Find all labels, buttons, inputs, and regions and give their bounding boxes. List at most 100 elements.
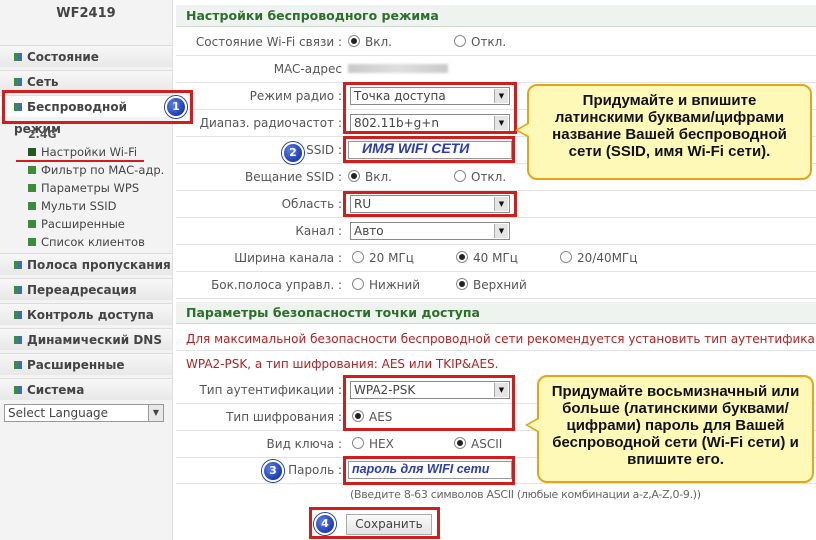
ssid-value: ИМЯ WIFI СЕТИ [362, 140, 470, 156]
sideband-lower-radio[interactable]: Нижний [352, 272, 420, 298]
save-button[interactable]: Сохранить [346, 514, 432, 535]
password-label: Пароль : [288, 463, 342, 477]
sub-label: Расширенные [41, 217, 125, 231]
mac-label: MAC-адрес [273, 62, 342, 76]
nav-label: Расширенные [27, 358, 125, 372]
radio-icon [454, 35, 466, 47]
auth-type-select[interactable]: WPA2-PSK ▼ [350, 381, 510, 399]
nav-label: Динамический DNS [27, 333, 162, 347]
radio-label: 20 МГц [369, 251, 414, 265]
radio-icon [352, 437, 364, 449]
arrow-bullet-icon [28, 238, 36, 246]
router-model: WF2419 [56, 6, 116, 21]
sub-mac-filter[interactable]: Фильтр по МАС-адр. [28, 161, 164, 179]
sideband-upper-radio[interactable]: Верхний [456, 272, 527, 298]
nav-ddns[interactable]: Динамический DNS [0, 328, 172, 350]
wifi-status-off-radio[interactable]: Откл. [454, 29, 506, 55]
radio-checked-icon [348, 35, 360, 47]
chevron-down-icon: ▼ [494, 197, 508, 211]
nav-label: Переадресация [27, 283, 137, 297]
freq-band-select[interactable]: 802.11b+g+n ▼ [350, 114, 510, 132]
channel-width-row: Ширина канала : 20 МГц 40 МГц 20/40МГц [176, 245, 816, 272]
language-select[interactable]: Select Language ▼ [4, 404, 164, 422]
mac-value-blurred [348, 64, 448, 73]
active-underline [16, 160, 144, 162]
password-value: пароль для WIFI сети [352, 462, 490, 476]
radio-label: HEX [369, 437, 394, 451]
radio-label: ASCII [471, 437, 503, 451]
nav-access-control[interactable]: Контроль доступа [0, 303, 172, 325]
width-2040-radio[interactable]: 20/40МГц [560, 245, 637, 271]
menu-bullet-icon [14, 103, 22, 111]
nav-label: Состояние [27, 50, 99, 64]
sub-label: Настройки Wi-Fi [41, 145, 138, 159]
sub-multi-ssid[interactable]: Мульти SSID [28, 197, 117, 215]
sub-client-list[interactable]: Список клиентов [28, 233, 145, 251]
radio-label: Верхний [473, 278, 527, 292]
chevron-down-icon: ▼ [494, 383, 508, 397]
radio-checked-icon [348, 170, 360, 182]
select-value: RU [354, 197, 372, 211]
radio-mode-label: Режим радио : [249, 89, 342, 103]
security-notice-line2: WPA2-PSK, а тип шифрования: AES или TKIP… [186, 357, 499, 371]
wifi-status-on-radio[interactable]: Вкл. [348, 29, 392, 55]
key-ascii-radio[interactable]: ASCII [454, 431, 502, 457]
radio-checked-icon [454, 437, 466, 449]
step-badge-1: 1 [165, 96, 187, 118]
ssid-broadcast-label: Вещание SSID : [245, 170, 342, 184]
width-40-radio[interactable]: 40 МГц [456, 245, 518, 271]
callout-tail [525, 417, 539, 433]
divider [176, 350, 816, 351]
password-hint: (Введите 8-63 символов ASCII (любые комб… [350, 488, 701, 501]
chevron-down-icon: ▼ [494, 224, 508, 238]
password-callout-text: Придумайте восьмизначный или больше (лат… [551, 383, 800, 468]
channel-row: Канал : Авто ▼ [176, 218, 816, 245]
radio-label: Вкл. [365, 170, 392, 184]
ssid-label: SSID : [306, 143, 342, 157]
nav-wireless[interactable]: Беспроводной режим [0, 95, 172, 136]
sub-advanced[interactable]: Расширенные [28, 215, 125, 233]
chevron-down-icon: ▼ [494, 116, 508, 130]
nav-status[interactable]: Состояние [0, 45, 172, 67]
sub-label: Фильтр по МАС-адр. [41, 163, 165, 177]
radio-checked-icon [456, 251, 468, 263]
channel-label: Канал : [295, 224, 342, 238]
sub-wifi-settings[interactable]: Настройки Wi-Fi [28, 143, 137, 161]
radio-icon [352, 278, 364, 290]
region-label: Область : [281, 197, 342, 211]
sub-wps[interactable]: Параметры WPS [28, 179, 139, 197]
radio-label: 20/40МГц [577, 251, 638, 265]
step-badge-3: 3 [262, 460, 284, 482]
encryption-aes-radio[interactable]: AES [352, 404, 392, 430]
region-select[interactable]: RU ▼ [350, 195, 510, 213]
nav-bandwidth[interactable]: Полоса пропускания [0, 253, 172, 275]
channel-select[interactable]: Авто ▼ [350, 222, 510, 240]
radio-label: Нижний [369, 278, 421, 292]
radio-label: Откл. [471, 170, 507, 184]
ssid-broadcast-off-radio[interactable]: Откл. [454, 164, 506, 190]
band-label: 2.4G [28, 128, 57, 141]
radio-icon [454, 170, 466, 182]
ssid-broadcast-on-radio[interactable]: Вкл. [348, 164, 392, 190]
step-badge-2: 2 [282, 142, 304, 164]
nav-advanced[interactable]: Расширенные [0, 353, 172, 375]
radio-checked-icon [352, 410, 364, 422]
arrow-bullet-icon [28, 184, 36, 192]
step-badge-4: 4 [314, 513, 336, 535]
nav-network[interactable]: Сеть [0, 70, 172, 92]
auth-type-label: Тип аутентификации : [199, 383, 342, 397]
radio-label: Вкл. [365, 35, 392, 49]
radio-mode-select[interactable]: Точка доступа ▼ [350, 87, 510, 105]
sub-label: Мульти SSID [41, 199, 117, 213]
select-value: Авто [354, 224, 384, 238]
nav-system[interactable]: Система [0, 378, 172, 400]
key-hex-radio[interactable]: HEX [352, 431, 394, 457]
sub-label: Список клиентов [41, 235, 145, 249]
menu-bullet-icon [14, 386, 22, 394]
nav-forwarding[interactable]: Переадресация [0, 278, 172, 300]
ssid-callout-text: Придумайте и впишите латинскими буквами/… [552, 92, 787, 160]
encryption-label: Тип шифрования : [226, 410, 342, 424]
arrow-bullet-icon [28, 220, 36, 228]
width-20-radio[interactable]: 20 МГц [352, 245, 414, 271]
menu-bullet-icon [14, 53, 22, 61]
